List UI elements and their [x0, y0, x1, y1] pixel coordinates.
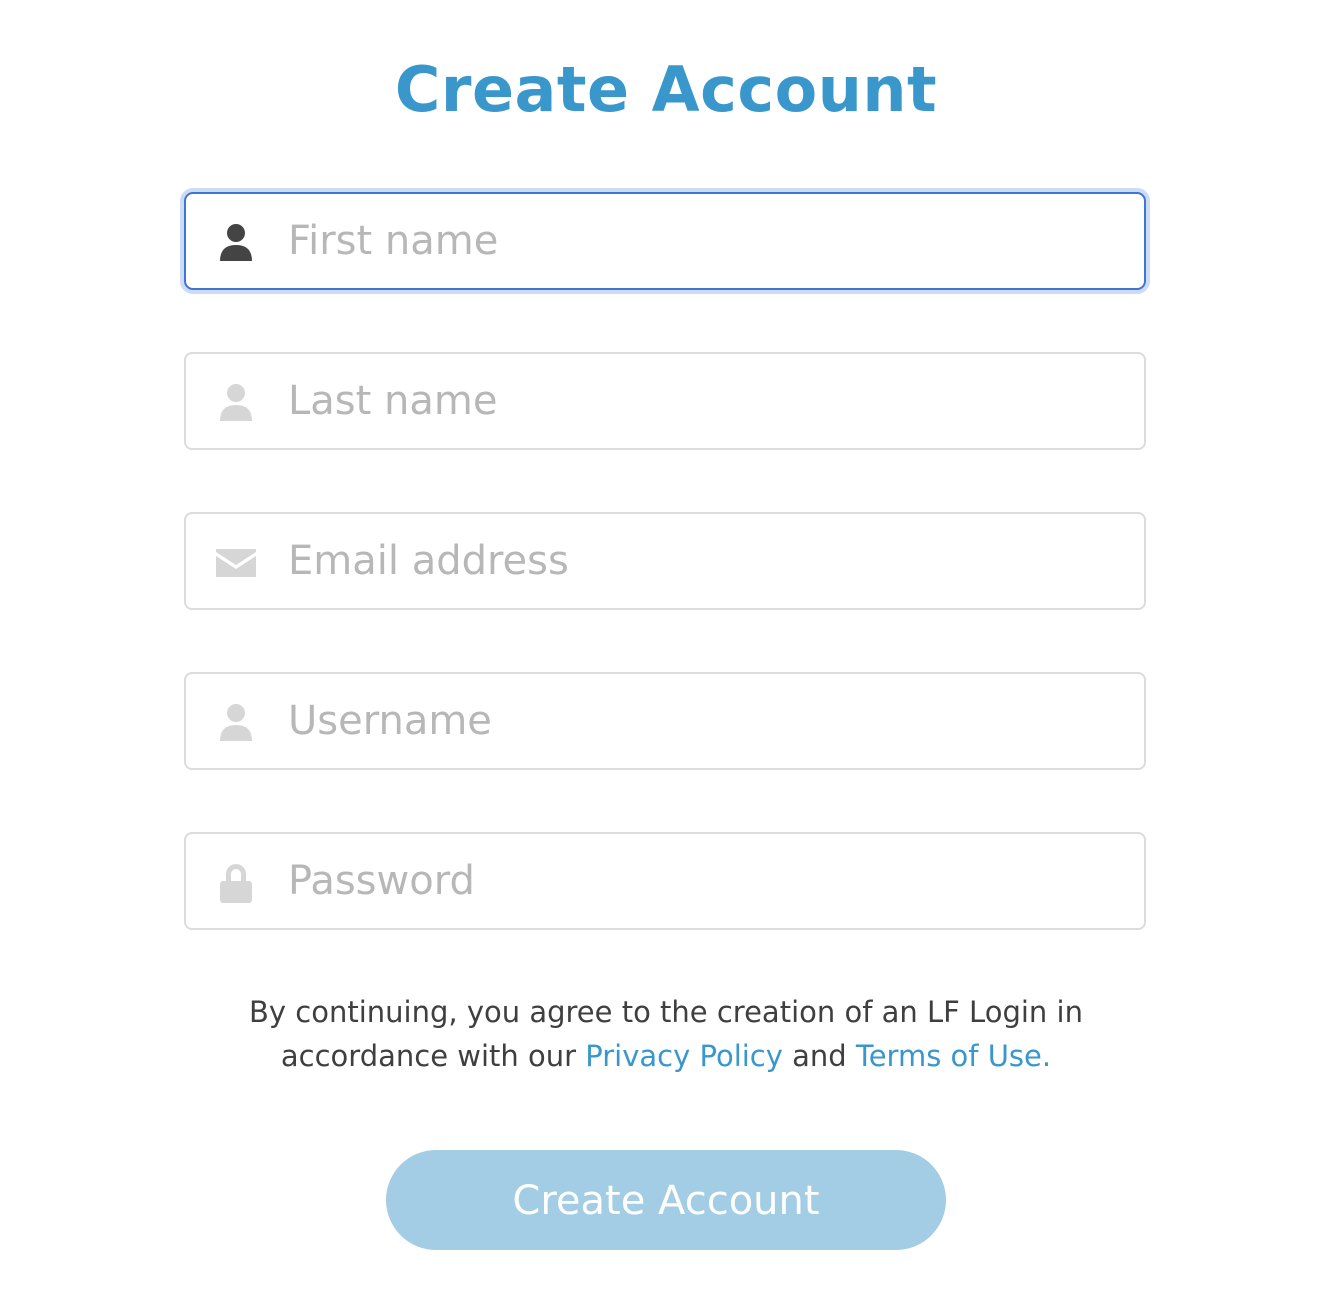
- create-account-button[interactable]: Create Account: [386, 1150, 946, 1250]
- last-name-placeholder: Last name: [288, 378, 498, 424]
- legal-line-1: By continuing, you agree to the creation…: [249, 995, 1083, 1029]
- privacy-policy-link[interactable]: Privacy Policy: [585, 1039, 783, 1073]
- user-icon: [214, 381, 258, 425]
- first-name-placeholder: First name: [288, 218, 499, 264]
- envelope-icon: [214, 541, 258, 585]
- lock-icon: [214, 861, 258, 905]
- password-field[interactable]: Password: [184, 832, 1146, 930]
- user-icon: [214, 221, 258, 265]
- legal-line-2-prefix: accordance with our: [280, 1039, 577, 1073]
- last-name-field[interactable]: Last name: [184, 352, 1146, 450]
- user-icon: [214, 701, 258, 745]
- email-field[interactable]: Email address: [184, 512, 1146, 610]
- terms-of-use-link[interactable]: Terms of Use.: [856, 1039, 1051, 1073]
- password-placeholder: Password: [288, 858, 475, 904]
- username-placeholder: Username: [288, 698, 492, 744]
- email-placeholder: Email address: [288, 538, 569, 584]
- username-field[interactable]: Username: [184, 672, 1146, 770]
- page-title: Create Account: [394, 53, 938, 126]
- legal-and: and: [792, 1039, 847, 1073]
- legal-notice: By continuing, you agree to the creation…: [200, 990, 1132, 1078]
- first-name-field[interactable]: First name: [184, 192, 1146, 290]
